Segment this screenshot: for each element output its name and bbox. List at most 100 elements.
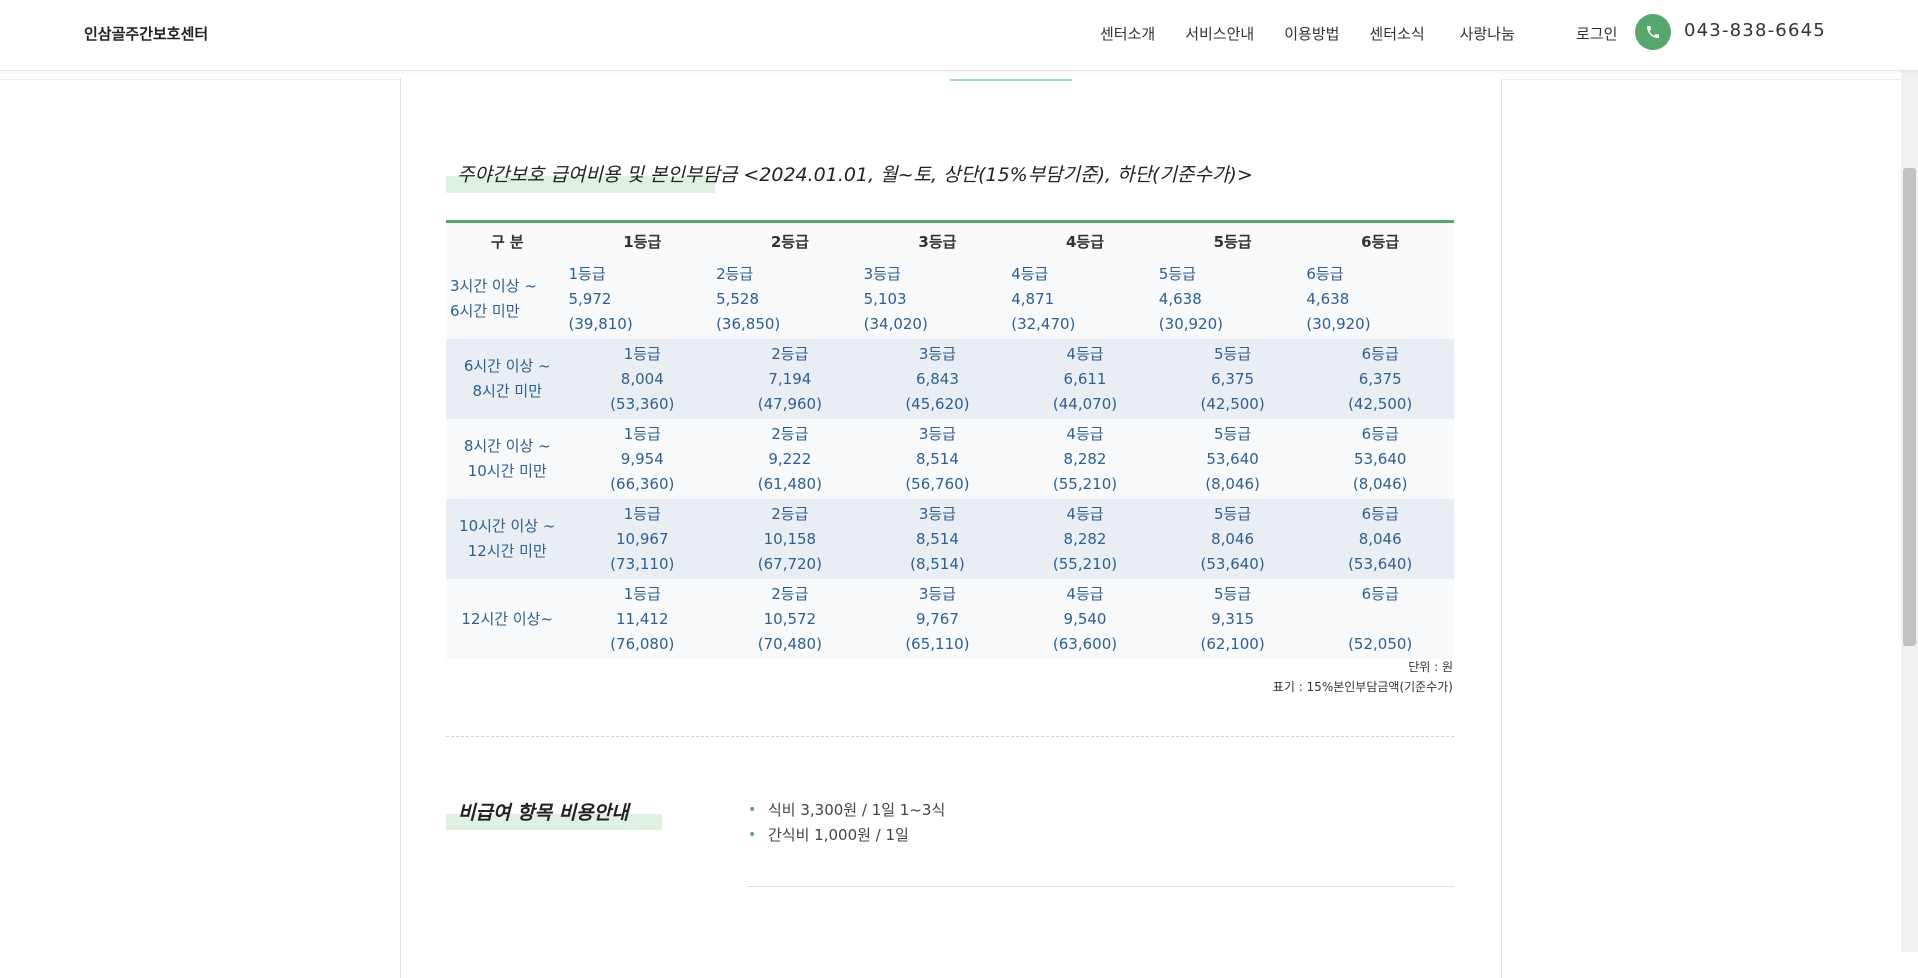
grade-label: 5등급	[1214, 344, 1252, 363]
section-divider	[446, 736, 1454, 737]
unit-note: 단위 : 원	[1408, 660, 1453, 674]
row-label: 10시간 이상 ~ 12시간 미만	[446, 499, 569, 579]
grade-label: 6등급	[1361, 584, 1399, 603]
copay-value: 6,843	[915, 369, 959, 388]
table-cell: 2등급 9,222 (61,480)	[716, 419, 864, 499]
grade-label: 4등급	[1066, 504, 1104, 523]
copay-value: 53,640	[1206, 449, 1259, 468]
scrollbar-thumb[interactable]	[1903, 168, 1916, 646]
base-fee-value: (61,480)	[757, 474, 822, 493]
grade-label: 3등급	[918, 504, 956, 523]
row-label-line: 6시간 이상 ~	[463, 357, 551, 375]
site-logo[interactable]: 인삼골주간보호센터	[84, 23, 208, 44]
table-cell: 6등급 8,046 (53,640)	[1306, 499, 1454, 579]
grade-label: 6등급	[1361, 424, 1399, 443]
grade-label: 1등급	[623, 504, 661, 523]
row-label-line: 8시간 이상 ~	[463, 437, 551, 455]
grade-label: 1등급	[623, 424, 661, 443]
table-cell: 1등급 11,412 (76,080)	[568, 579, 717, 659]
base-fee-value: (8,046)	[1205, 474, 1260, 493]
copay-value: 9,954	[620, 449, 664, 468]
notation-note: 표기 : 15%본인부담금액(기준수가)	[1272, 680, 1453, 694]
table-row: 12시간 이상~ 1등급 11,412 (76,080) 2등급 10,572 (70,48…	[446, 579, 1454, 659]
grade-label: 2등급	[771, 504, 809, 523]
page-scrollbar[interactable]	[1901, 0, 1918, 952]
copay-value: 5,972	[568, 289, 612, 308]
copay-value: 11,412	[616, 609, 669, 628]
base-fee-value: (67,720)	[757, 554, 822, 573]
base-fee-value: (39,810)	[568, 314, 633, 333]
copay-value: 9,540	[1063, 609, 1107, 628]
base-fee-value: (55,210)	[1052, 554, 1118, 573]
grade-label: 2등급	[771, 584, 809, 603]
login-link[interactable]: 로그인	[1576, 23, 1617, 44]
grade-label: 2등급	[771, 344, 809, 363]
nonbenefit-section-title: 비급여 항목 비용안내	[458, 802, 629, 824]
table-cell: 1등급 5,972 (39,810)	[568, 259, 717, 339]
list-item: • 식비 3,300원 / 1일 1~3식	[748, 798, 945, 823]
copay-value: 8,514	[915, 449, 959, 468]
copay-value: 5,103	[863, 289, 907, 308]
row-label-line: 12시간 이상~	[461, 609, 554, 628]
fee-section-title: 주야간보호 급여비용 및 본인부담금 <2024.01.01, 월~토, 상단(…	[457, 164, 1253, 186]
row-label-line: 10시간 이상 ~	[459, 517, 556, 535]
grade-label: 2등급	[716, 264, 754, 283]
base-fee-value: (42,500)	[1200, 394, 1265, 413]
table-cell: 3등급 5,103 (34,020)	[863, 259, 1012, 339]
row-label: 12시간 이상~	[446, 579, 569, 659]
table-cell: 5등급 8,046 (53,640)	[1158, 499, 1307, 579]
table-cell: 5등급 6,375 (42,500)	[1158, 339, 1307, 419]
table-cell: 3등급 8,514 (56,760)	[863, 419, 1012, 499]
copay-value: 4,638	[1158, 289, 1202, 308]
column-header: 2등급	[716, 221, 864, 259]
table-cell: 3등급 9,767 (65,110)	[863, 579, 1012, 659]
table-cell: 6등급 6,375 (42,500)	[1306, 339, 1454, 419]
row-label-line: 6시간 미만	[450, 302, 520, 320]
base-fee-value: (52,050)	[1348, 634, 1413, 653]
bullet-icon: •	[748, 802, 757, 818]
base-fee-value: (47,960)	[757, 394, 822, 413]
nav-item-news[interactable]: 센터소식	[1369, 23, 1424, 44]
table-row: 3시간 이상 ~ 6시간 미만 1등급 5,972 (39,810) 2등급 5,528 (3…	[446, 259, 1454, 339]
column-header: 6등급	[1306, 221, 1454, 259]
base-fee-value: (8,046)	[1352, 474, 1408, 493]
table-row: 8시간 이상 ~ 10시간 미만 1등급 9,954 (66,360) 2등급 9,222 (…	[446, 419, 1454, 499]
copay-value: 6,375	[1211, 369, 1255, 388]
copay-value: 8,046	[1211, 529, 1255, 548]
table-row: 10시간 이상 ~ 12시간 미만 1등급 10,967 (73,110) 2등급 10,1…	[446, 499, 1454, 579]
table-row: 6시간 이상 ~ 8시간 미만 1등급 8,004 (53,360) 2등급 7,194 (4…	[446, 339, 1454, 419]
grade-label: 3등급	[863, 264, 901, 283]
nonbenefit-list: • 식비 3,300원 / 1일 1~3식 • 간식비 1,000원 / 1일	[748, 798, 945, 848]
copay-value: 10,572	[763, 609, 817, 628]
grade-label: 3등급	[918, 584, 956, 603]
nav-item-usage[interactable]: 이용방법	[1284, 23, 1339, 44]
phone-number[interactable]: 043-838-6645	[1684, 20, 1826, 41]
copay-value: 53,640	[1353, 449, 1407, 468]
phone-icon[interactable]	[1635, 14, 1671, 50]
row-label-line: 12시간 미만	[467, 542, 547, 560]
table-cell: 4등급 8,282 (55,210)	[1011, 499, 1159, 579]
nav-item-center-intro[interactable]: 센터소개	[1100, 23, 1155, 44]
table-cell: 5등급 53,640 (8,046)	[1158, 419, 1307, 499]
main-nav: 센터소개 서비스안내 이용방법 센터소식 사랑나눔	[1100, 23, 1515, 44]
base-fee-value: (30,920)	[1306, 314, 1371, 333]
grade-label: 2등급	[771, 424, 809, 443]
bullet-icon: •	[748, 827, 757, 843]
grade-label: 4등급	[1066, 584, 1104, 603]
row-label: 8시간 이상 ~ 10시간 미만	[446, 419, 569, 499]
nav-item-sharing[interactable]: 사랑나눔	[1460, 23, 1515, 44]
column-header: 3등급	[863, 221, 1012, 259]
copay-value: 9,222	[768, 449, 812, 468]
row-label-line: 8시간 미만	[472, 382, 542, 400]
base-fee-value: (76,080)	[610, 634, 675, 653]
table-cell: 5등급 9,315 (62,100)	[1158, 579, 1307, 659]
table-cell: 2등급 7,194 (47,960)	[716, 339, 864, 419]
copay-value: 4,638	[1306, 289, 1350, 308]
grade-label: 6등급	[1361, 344, 1399, 363]
nav-item-services[interactable]: 서비스안내	[1185, 23, 1254, 44]
table-cell: 3등급 8,514 (8,514)	[863, 499, 1012, 579]
copay-value: 8,046	[1358, 529, 1402, 548]
base-fee-value: (66,360)	[610, 474, 675, 493]
row-label-line: 3시간 이상 ~	[450, 277, 537, 295]
table-cell: 1등급 8,004 (53,360)	[568, 339, 717, 419]
